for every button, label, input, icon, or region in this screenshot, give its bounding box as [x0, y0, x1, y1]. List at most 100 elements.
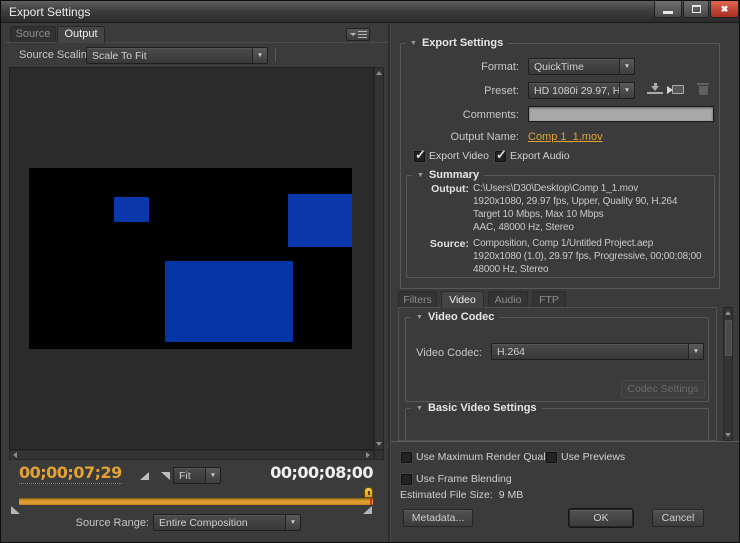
- summary-output-line: AAC, 48000 Hz, Stereo: [473, 222, 574, 233]
- scroll-up-icon[interactable]: [725, 311, 731, 315]
- chevron-down-icon: ▼: [205, 468, 220, 483]
- source-range-dropdown[interactable]: Entire Composition ▼: [153, 514, 301, 531]
- scrollbar-corner: [374, 450, 384, 460]
- title-bar: Export Settings ✖: [1, 1, 739, 23]
- estimated-file-size: Estimated File Size: 9 MB: [400, 489, 523, 501]
- preview-hscrollbar[interactable]: [9, 450, 374, 460]
- comments-input[interactable]: [528, 106, 714, 122]
- tab-output[interactable]: Output: [57, 26, 105, 43]
- scroll-left-icon[interactable]: [13, 452, 17, 458]
- maximize-button[interactable]: [683, 1, 709, 18]
- minimize-button[interactable]: [654, 1, 682, 18]
- output-name-label: Output Name:: [450, 131, 519, 143]
- tab-filters[interactable]: Filters: [398, 291, 437, 308]
- scroll-up-icon[interactable]: [376, 71, 382, 75]
- format-dropdown[interactable]: QuickTime ▼: [528, 58, 635, 75]
- video-codec-header-label: Video Codec: [427, 311, 495, 323]
- panel-menu-button[interactable]: [346, 28, 370, 41]
- source-scaling-dropdown[interactable]: Scale To Fit ▼: [86, 47, 268, 64]
- tab-source[interactable]: Source: [10, 26, 56, 42]
- export-video-checkbox[interactable]: [414, 147, 426, 163]
- use-max-render-quality-label[interactable]: Use Maximum Render Quality: [416, 451, 556, 463]
- export-audio-label[interactable]: Export Audio: [510, 150, 570, 162]
- zoom-level-value: Fit: [179, 469, 191, 482]
- tab-audio[interactable]: Audio: [488, 291, 528, 308]
- summary-source-line: 1920x1080 (1.0), 29.97 fps, Progressive,…: [473, 251, 702, 262]
- close-button[interactable]: ✖: [710, 1, 739, 18]
- format-label: Format:: [481, 61, 519, 73]
- summary-output-line: C:\Users\D30\Desktop\Comp 1_1.mov: [473, 183, 639, 194]
- scroll-down-icon[interactable]: [376, 442, 382, 446]
- preset-label: Preset:: [484, 85, 519, 97]
- minimize-icon: [663, 10, 673, 14]
- basic-video-settings-header-label: Basic Video Settings: [427, 402, 537, 414]
- options-vscrollbar[interactable]: [723, 307, 733, 441]
- tab-video[interactable]: Video: [441, 291, 484, 308]
- close-icon: ✖: [720, 3, 729, 14]
- summary-source-label: Source:: [429, 238, 469, 250]
- import-preset-button[interactable]: [667, 83, 685, 97]
- chevron-down-icon: ▼: [619, 59, 634, 74]
- preview-shape: [165, 261, 293, 342]
- trim-in-handle[interactable]: [11, 506, 20, 514]
- use-previews-checkbox[interactable]: [546, 452, 557, 463]
- duration-timecode: 00;00;08;00: [270, 463, 373, 482]
- chevron-down-icon: ▼: [619, 83, 634, 98]
- output-name-link[interactable]: Comp 1_1.mov: [528, 131, 603, 143]
- playhead-marker[interactable]: [364, 487, 373, 498]
- toolbar-separator: [275, 48, 276, 61]
- video-codec-header[interactable]: ▼ Video Codec: [411, 311, 500, 324]
- playhead-position-line: [370, 498, 372, 505]
- preset-dropdown[interactable]: HD 1080i 29.97, H.... ▼: [528, 82, 635, 99]
- estimated-file-size-label: Estimated File Size:: [400, 489, 493, 501]
- export-settings-header[interactable]: ▼ Export Settings: [405, 37, 509, 50]
- source-scaling-label: Source Scaling:: [19, 49, 97, 61]
- export-video-label[interactable]: Export Video: [429, 150, 489, 162]
- use-max-render-quality-checkbox[interactable]: [401, 452, 412, 463]
- export-settings-header-label: Export Settings: [421, 37, 504, 49]
- scroll-right-icon[interactable]: [366, 452, 370, 458]
- codec-settings-button: Codec Settings: [621, 380, 705, 398]
- save-preset-button[interactable]: [647, 83, 663, 97]
- collapse-triangle-icon: ▼: [416, 314, 423, 321]
- panel-menu-icon: [349, 33, 356, 36]
- preview-vscrollbar[interactable]: [374, 67, 384, 450]
- summary-header[interactable]: ▼ Summary: [412, 169, 485, 182]
- set-in-point-icon[interactable]: [140, 472, 149, 480]
- timeline-bar[interactable]: [19, 498, 373, 505]
- tab-ftp[interactable]: FTP: [532, 291, 566, 308]
- cancel-button[interactable]: Cancel: [652, 509, 704, 527]
- format-value: QuickTime: [534, 60, 584, 73]
- video-codec-label: Video Codec:: [416, 347, 482, 359]
- collapse-triangle-icon: ▼: [416, 405, 423, 412]
- chevron-down-icon: ▼: [285, 515, 300, 530]
- scroll-down-icon[interactable]: [725, 433, 731, 437]
- summary-source-line: 48000 Hz, Stereo: [473, 264, 549, 275]
- footer: Use Maximum Render Quality Use Previews …: [391, 441, 739, 542]
- chevron-down-icon: ▼: [688, 344, 703, 359]
- trim-out-handle[interactable]: [363, 506, 372, 514]
- metadata-button[interactable]: Metadata...: [403, 509, 473, 527]
- preview-shape: [114, 197, 149, 222]
- use-frame-blending-checkbox[interactable]: [401, 474, 412, 485]
- window-title: Export Settings: [9, 5, 91, 19]
- ok-button[interactable]: OK: [569, 509, 633, 527]
- preset-value: HD 1080i 29.97, H....: [534, 84, 619, 97]
- preview-viewport: [9, 67, 374, 450]
- export-settings-dialog: Export Settings ✖ Source Output Source S…: [0, 0, 740, 543]
- zoom-level-dropdown[interactable]: Fit ▼: [173, 467, 221, 484]
- import-preset-icon: [672, 85, 684, 94]
- video-codec-dropdown[interactable]: H.264 ▼: [491, 343, 704, 360]
- use-previews-label[interactable]: Use Previews: [561, 451, 625, 463]
- use-frame-blending-label[interactable]: Use Frame Blending: [416, 473, 512, 485]
- summary-source-line: Composition, Comp 1/Untitled Project.aep: [473, 238, 654, 249]
- summary-output-line: Target 10 Mbps, Max 10 Mbps: [473, 209, 604, 220]
- comments-label: Comments:: [462, 109, 519, 121]
- scrollbar-thumb[interactable]: [725, 320, 732, 356]
- chevron-down-icon: ▼: [252, 48, 267, 63]
- current-timecode[interactable]: 00;00;07;29: [19, 463, 122, 484]
- set-out-point-icon[interactable]: [161, 472, 170, 480]
- export-audio-checkbox[interactable]: [495, 147, 507, 163]
- delete-preset-button: [695, 83, 711, 97]
- basic-video-settings-header[interactable]: ▼ Basic Video Settings: [411, 402, 542, 415]
